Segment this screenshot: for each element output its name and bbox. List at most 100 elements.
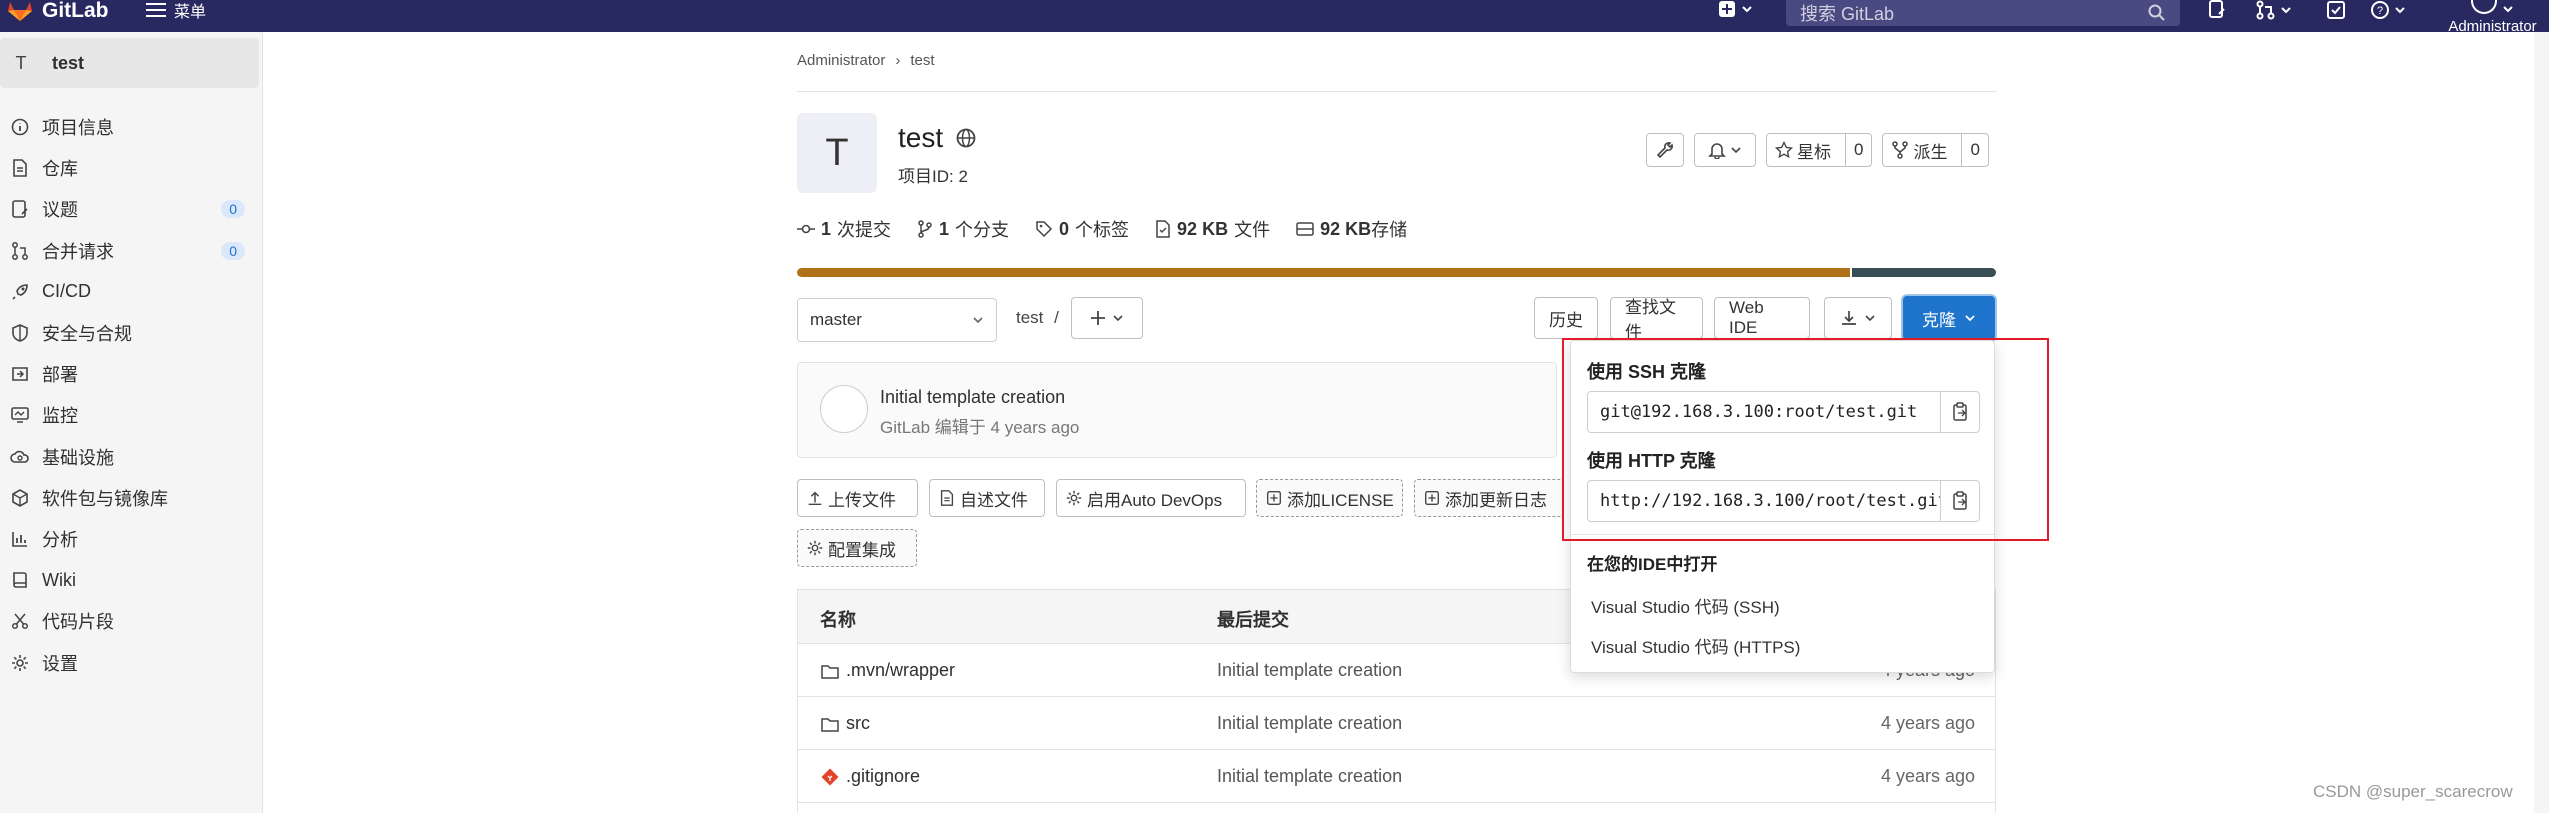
tags-label: 个标签 — [1075, 220, 1130, 240]
star-button[interactable]: 星标 0 — [1766, 133, 1873, 167]
open-vscode-https-link[interactable]: Visual Studio 代码 (HTTPS) — [1591, 633, 1800, 658]
last-commit-cell[interactable]: Initial template creation — [1217, 660, 1402, 681]
new-item-dropdown[interactable] — [1718, 0, 1762, 18]
globe-icon — [956, 128, 976, 148]
breadcrumb: Administrator › test — [797, 52, 935, 69]
breadcrumb-owner[interactable]: Administrator — [797, 52, 885, 69]
quick-action-label: 添加更新日志 — [1445, 490, 1547, 510]
quick-action-button-4[interactable]: 添加更新日志 — [1414, 479, 1564, 517]
gitlab-home-link[interactable]: GitLab — [6, 0, 109, 22]
wrench-icon — [1656, 142, 1673, 159]
main-menu-button[interactable]: 菜单 — [146, 0, 206, 21]
commits-stat[interactable]: 1 次提交 — [797, 216, 891, 242]
commit-meta: GitLab 编辑于 4 years ago — [880, 418, 1080, 437]
sidebar-item-2[interactable]: 议题 0 — [0, 191, 259, 227]
project-name: test — [898, 122, 944, 153]
sidebar-item-9[interactable]: 软件包与镜像库 — [0, 480, 259, 516]
project-title: test — [898, 122, 977, 154]
settings-wrench-button[interactable] — [1646, 133, 1684, 167]
sidebar-item-12[interactable]: 代码片段 — [0, 603, 259, 639]
chevron-down-icon — [1965, 315, 1975, 322]
tags-count: 0 — [1059, 218, 1070, 239]
todos-nav-button[interactable] — [2326, 0, 2346, 20]
download-dropdown[interactable] — [1824, 297, 1892, 339]
language-segment[interactable] — [1849, 268, 1996, 277]
commit-message[interactable]: Initial template creation — [880, 387, 1065, 408]
book-icon — [13, 572, 27, 588]
bell-icon — [1708, 143, 1726, 159]
table-row[interactable]: .gitignore Initial template creation 4 yea… — [798, 750, 1995, 803]
file-name-cell[interactable]: src — [820, 713, 870, 734]
breadcrumb-divider — [797, 91, 1997, 92]
quick-action-button-2[interactable]: 启用Auto DevOps — [1056, 479, 1246, 517]
repo-path-root[interactable]: test — [1016, 308, 1043, 327]
last-commit-cell[interactable]: Initial template creation — [1217, 766, 1402, 787]
add-to-tree-dropdown[interactable] — [1071, 297, 1143, 339]
project-avatar: T — [797, 113, 877, 193]
fork-button[interactable]: 派生 0 — [1882, 133, 1989, 167]
storage-icon — [1296, 222, 1314, 236]
storage-stat[interactable]: 92 KB 存储 — [1296, 216, 1407, 242]
sidebar-item-8[interactable]: 基础设施 — [0, 439, 259, 475]
quick-action-button-5[interactable]: 配置集成 — [797, 529, 917, 567]
sidebar-item-label: Wiki — [42, 569, 76, 590]
plus-square-icon — [1267, 491, 1281, 505]
last-commit-cell[interactable]: Initial template creation — [1217, 713, 1402, 734]
file-name-cell[interactable]: .gitignore — [820, 766, 920, 787]
repo-path: test / — [1016, 308, 1059, 328]
quick-action-button-0[interactable]: 上传文件 — [797, 479, 918, 517]
branch-icon — [918, 220, 932, 238]
storage-label: 存储 — [1371, 220, 1408, 240]
storage-size: 92 KB — [1320, 218, 1372, 239]
quick-action-button-3[interactable]: 添加LICENSE — [1256, 479, 1403, 517]
sidebar-item-13[interactable]: 设置 — [0, 645, 259, 681]
web-ide-button[interactable]: Web IDE — [1714, 297, 1810, 339]
language-segment[interactable] — [797, 268, 1850, 277]
breadcrumb-project[interactable]: test — [910, 52, 934, 69]
sidebar-item-label: 项目信息 — [42, 118, 114, 138]
files-stat[interactable]: 92 KB 文件 — [1155, 216, 1270, 242]
issues-nav-button[interactable] — [2208, 0, 2226, 20]
table-row[interactable]: src Initial template creation 4 years ago — [798, 697, 1995, 750]
sidebar-item-1[interactable]: 仓库 — [0, 150, 259, 186]
project-avatar-small: T — [15, 52, 27, 73]
star-count: 0 — [1845, 134, 1871, 166]
sidebar-item-3[interactable]: 合并请求 0 — [0, 233, 259, 269]
sidebar-item-label: 仓库 — [42, 159, 78, 180]
clone-button[interactable]: 克隆 — [1903, 296, 1995, 340]
sidebar-item-label: 代码片段 — [42, 612, 114, 633]
snippet-icon — [11, 613, 29, 630]
user-menu[interactable]: Administrator — [2436, 0, 2549, 34]
sidebar-item-icon — [8, 115, 32, 139]
tags-stat[interactable]: 0 个标签 — [1035, 216, 1129, 242]
sidebar-item-4[interactable]: CI/CD — [0, 274, 259, 310]
history-button[interactable]: 历史 — [1534, 297, 1598, 339]
branches-count: 1 — [939, 218, 950, 239]
help-nav-button[interactable]: ? — [2370, 0, 2406, 20]
sidebar-project-header[interactable]: T test — [0, 38, 259, 88]
page-scrollbar[interactable] — [2534, 32, 2549, 813]
find-file-button[interactable]: 查找文件 — [1610, 297, 1703, 342]
search-input[interactable]: 搜索 GitLab — [1786, 0, 2180, 26]
sidebar-item-5[interactable]: 安全与合规 — [0, 315, 259, 351]
merge-requests-nav-button[interactable] — [2256, 0, 2292, 20]
notifications-button[interactable] — [1694, 133, 1756, 167]
folder-icon — [821, 664, 839, 679]
repository-language-bar[interactable] — [797, 268, 1996, 277]
sidebar-item-10[interactable]: 分析 — [0, 521, 259, 557]
sidebar-item-icon — [8, 486, 32, 510]
sidebar-item-icon — [8, 527, 32, 551]
search-placeholder: 搜索 GitLab — [1800, 4, 1895, 24]
sidebar-item-7[interactable]: 监控 — [0, 397, 259, 433]
chevron-down-icon — [1113, 315, 1123, 322]
svg-text:?: ? — [2377, 5, 2383, 17]
file-name-cell[interactable]: .mvn/wrapper — [820, 660, 955, 681]
sidebar-item-11[interactable]: Wiki — [0, 562, 259, 598]
sidebar-item-6[interactable]: 部署 — [0, 356, 259, 392]
commit-author-avatar — [820, 385, 868, 433]
quick-action-button-1[interactable]: 自述文件 — [929, 479, 1045, 517]
branches-stat[interactable]: 1 个分支 — [917, 216, 1009, 242]
sidebar-item-0[interactable]: 项目信息 — [0, 109, 259, 145]
branch-selector[interactable]: master — [797, 298, 997, 342]
open-vscode-ssh-link[interactable]: Visual Studio 代码 (SSH) — [1591, 593, 1780, 618]
